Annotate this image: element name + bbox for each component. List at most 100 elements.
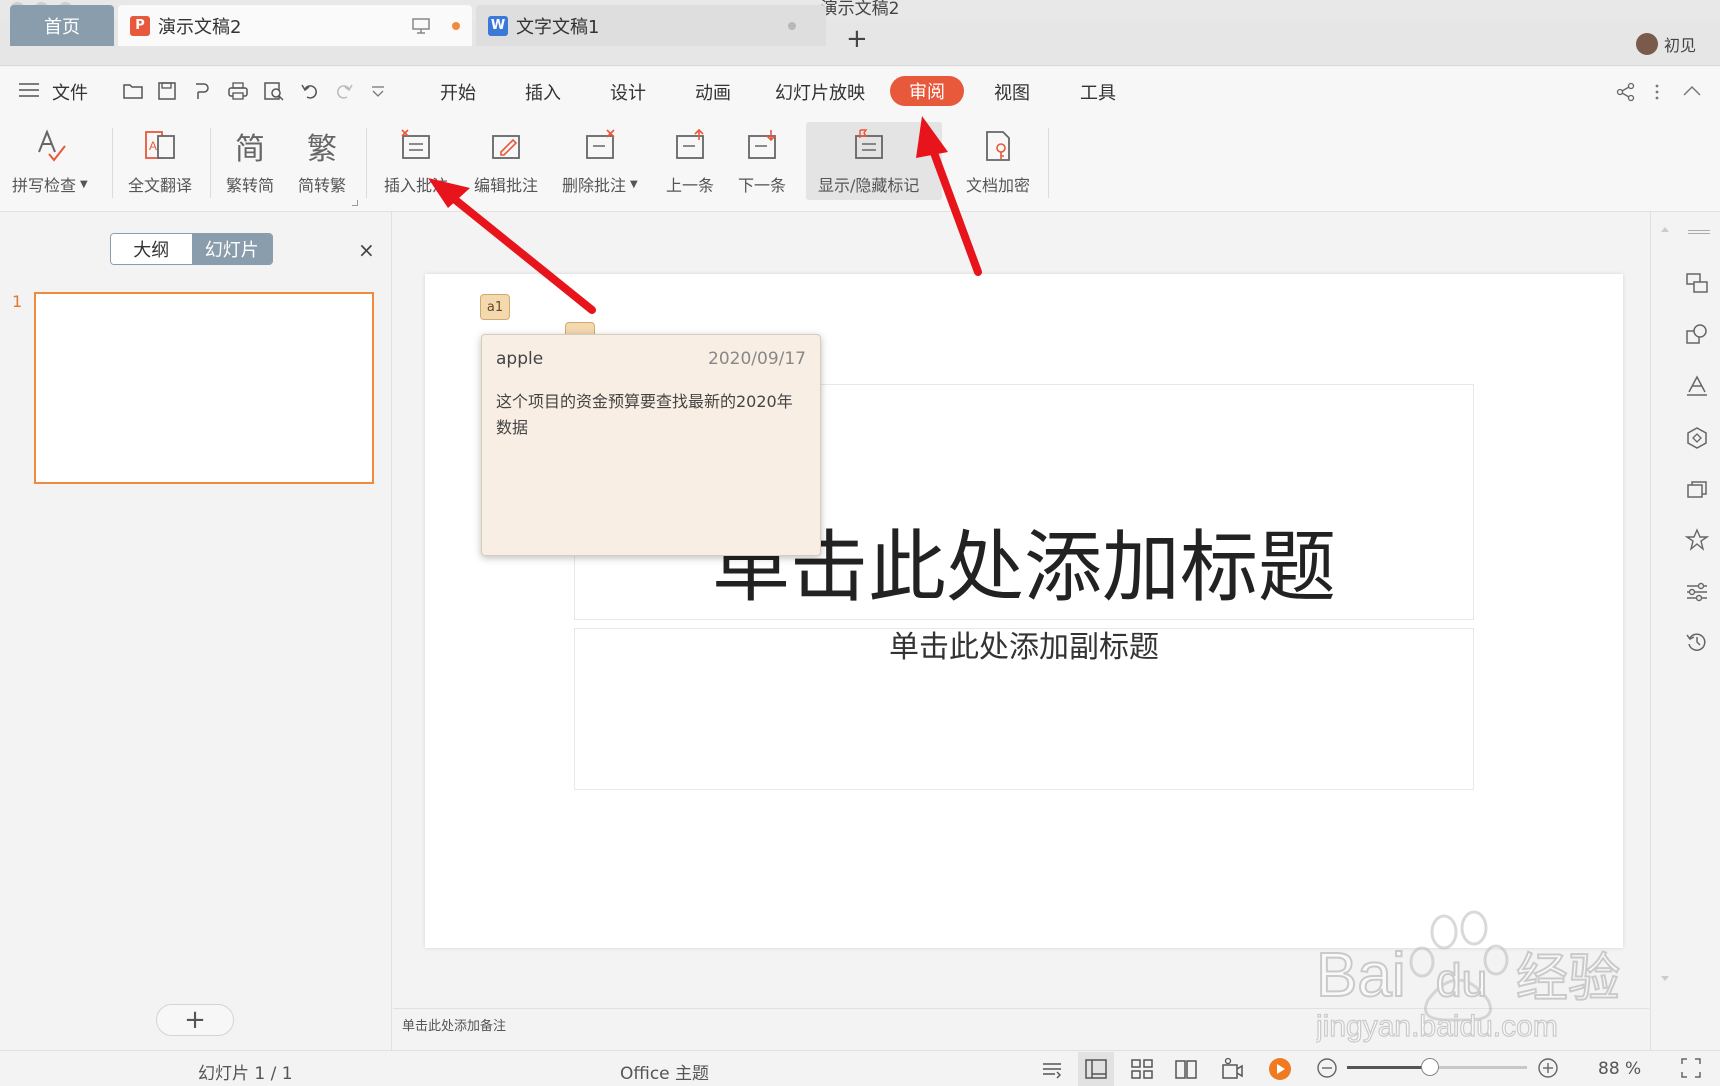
more-options-icon[interactable] [1654, 82, 1660, 106]
print-icon[interactable] [227, 81, 249, 106]
slide-number: 1 [12, 292, 23, 311]
close-panel-icon[interactable]: × [358, 238, 375, 262]
play-slideshow-icon[interactable] [1268, 1057, 1292, 1081]
toggle-markup-icon [850, 126, 888, 166]
toggle-markup-label: 显示/隐藏标记 [818, 176, 920, 195]
svg-text:A: A [149, 139, 157, 153]
print-preview-icon[interactable] [263, 81, 285, 106]
slide-indicator: 幻灯片 1 / 1 [198, 1064, 293, 1084]
comment-marker-a1[interactable]: a1 [480, 294, 510, 320]
user-account[interactable]: 初见 [1636, 32, 1696, 56]
menu-start[interactable]: 开始 [440, 79, 476, 105]
watermark-brand-cn: 经验 [1516, 949, 1620, 1009]
previous-comment-icon [671, 126, 709, 166]
menu-view[interactable]: 视图 [994, 79, 1030, 105]
trad-to-simp-button[interactable]: 简 繁转简 [226, 126, 274, 196]
fit-window-icon[interactable] [1680, 1057, 1704, 1081]
normal-view-icon[interactable] [1084, 1057, 1108, 1081]
edit-comment-icon [487, 126, 525, 166]
open-folder-icon[interactable] [122, 81, 144, 106]
share-icon[interactable] [1616, 82, 1636, 106]
next-comment-button[interactable]: 下一条 [738, 126, 786, 196]
avatar [1636, 33, 1658, 55]
delete-comment-button[interactable]: 删除批注 ▼ [562, 126, 638, 196]
customize-toolbar-icon[interactable] [370, 81, 386, 106]
watermark-url: jingyan.baidu.com [1316, 1010, 1558, 1043]
group-expand-icon[interactable] [352, 200, 358, 206]
menu-review[interactable]: 审阅 [890, 76, 964, 106]
insert-comment-icon [397, 126, 435, 166]
menu-insert[interactable]: 插入 [525, 79, 561, 105]
hamburger-menu-icon[interactable] [18, 81, 40, 103]
encrypt-document-icon [979, 126, 1017, 166]
menu-animation[interactable]: 动画 [695, 79, 731, 105]
baidu-watermark: Bai du 经验 jingyan.baidu.com [1316, 910, 1621, 1044]
slide-thumbnail[interactable] [34, 292, 374, 484]
slide-sorter-icon[interactable] [1130, 1057, 1154, 1081]
insert-comment-label: 插入批注 [384, 176, 449, 195]
slides-tab[interactable]: 幻灯片 [191, 234, 272, 264]
comment-popup[interactable]: apple 2020/09/17 这个项目的资金预算要查找最新的2020年数据 [481, 334, 821, 556]
comment-date: 2020/09/17 [708, 349, 806, 369]
simp-to-trad-icon: 繁 [303, 126, 341, 167]
theme-name[interactable]: Office 主题 [620, 1059, 709, 1084]
layers-icon[interactable] [1685, 478, 1709, 502]
menu-file[interactable]: 文件 [52, 79, 88, 105]
outline-tab[interactable]: 大纲 [111, 234, 192, 264]
export-icon[interactable] [192, 81, 212, 106]
notes-placeholder[interactable]: 单击此处添加备注 [402, 1015, 506, 1034]
save-icon[interactable] [157, 81, 177, 106]
notes-view-icon[interactable] [1040, 1057, 1064, 1081]
reading-view-icon[interactable] [1174, 1057, 1198, 1081]
encrypt-document-button[interactable]: 文档加密 [966, 126, 1030, 196]
slide-subtitle[interactable]: 单击此处添加副标题 [574, 628, 1474, 668]
animation-icon[interactable] [1685, 426, 1709, 450]
spell-check-button[interactable]: 拼写检查 ▼ [12, 126, 88, 196]
tab-dot-icon[interactable] [788, 21, 796, 30]
simp-to-trad-button[interactable]: 繁 简转繁 [298, 126, 346, 196]
dropdown-caret-icon: ▼ [630, 178, 638, 190]
redo-icon[interactable] [334, 81, 354, 106]
delete-comment-icon [581, 126, 619, 166]
monitor-icon[interactable] [412, 17, 430, 34]
encrypt-document-label: 文档加密 [966, 176, 1031, 195]
insert-comment-button[interactable]: 插入批注 [384, 126, 448, 196]
simp-to-trad-glyph: 繁 [307, 132, 337, 167]
tab-home[interactable]: 首页 [10, 5, 114, 46]
toggle-markup-button[interactable]: 显示/隐藏标记 [818, 126, 919, 196]
add-slide-button[interactable]: + [156, 1004, 234, 1036]
menu-slideshow[interactable]: 幻灯片放映 [775, 79, 865, 105]
collapse-ribbon-icon[interactable] [1682, 84, 1702, 102]
vertical-scrollbar[interactable] [1660, 224, 1670, 984]
zoom-slider-thumb[interactable] [1420, 1058, 1439, 1076]
ribbon-divider [1048, 128, 1049, 198]
tab-presentation-label: 演示文稿2 [158, 16, 242, 38]
edit-comment-label: 编辑批注 [474, 176, 539, 195]
user-name: 初见 [1664, 36, 1697, 55]
add-tab-button[interactable]: + [846, 24, 868, 54]
star-effects-icon[interactable] [1684, 528, 1710, 552]
settings-sliders-icon[interactable] [1685, 580, 1709, 604]
ribbon-divider [210, 128, 211, 198]
menu-tools[interactable]: 工具 [1080, 79, 1116, 105]
zoom-in-icon[interactable] [1537, 1057, 1561, 1081]
translate-button[interactable]: A 全文翻译 [128, 126, 192, 196]
tab-document[interactable]: W 文字文稿1 [476, 5, 826, 46]
edit-comment-button[interactable]: 编辑批注 [474, 126, 538, 196]
document-icon: W [488, 15, 508, 36]
undo-icon[interactable] [300, 81, 320, 106]
history-icon[interactable] [1685, 630, 1709, 654]
shapes-icon[interactable] [1685, 322, 1709, 346]
text-format-icon[interactable] [1685, 374, 1709, 398]
ribbon-divider [112, 128, 113, 198]
presenter-view-icon[interactable] [1220, 1057, 1244, 1081]
tab-presentation[interactable]: P 演示文稿2 [118, 5, 472, 46]
zoom-level[interactable]: 88 % [1598, 1059, 1641, 1079]
toolbar-grip-icon[interactable] [1688, 230, 1710, 234]
menu-design[interactable]: 设计 [610, 79, 646, 105]
comment-text[interactable]: 这个项目的资金预算要查找最新的2020年数据 [496, 389, 806, 441]
translate-icon: A [141, 126, 179, 166]
previous-comment-button[interactable]: 上一条 [666, 126, 714, 196]
zoom-out-icon[interactable] [1316, 1057, 1340, 1081]
slide-switch-icon[interactable] [1685, 272, 1709, 296]
